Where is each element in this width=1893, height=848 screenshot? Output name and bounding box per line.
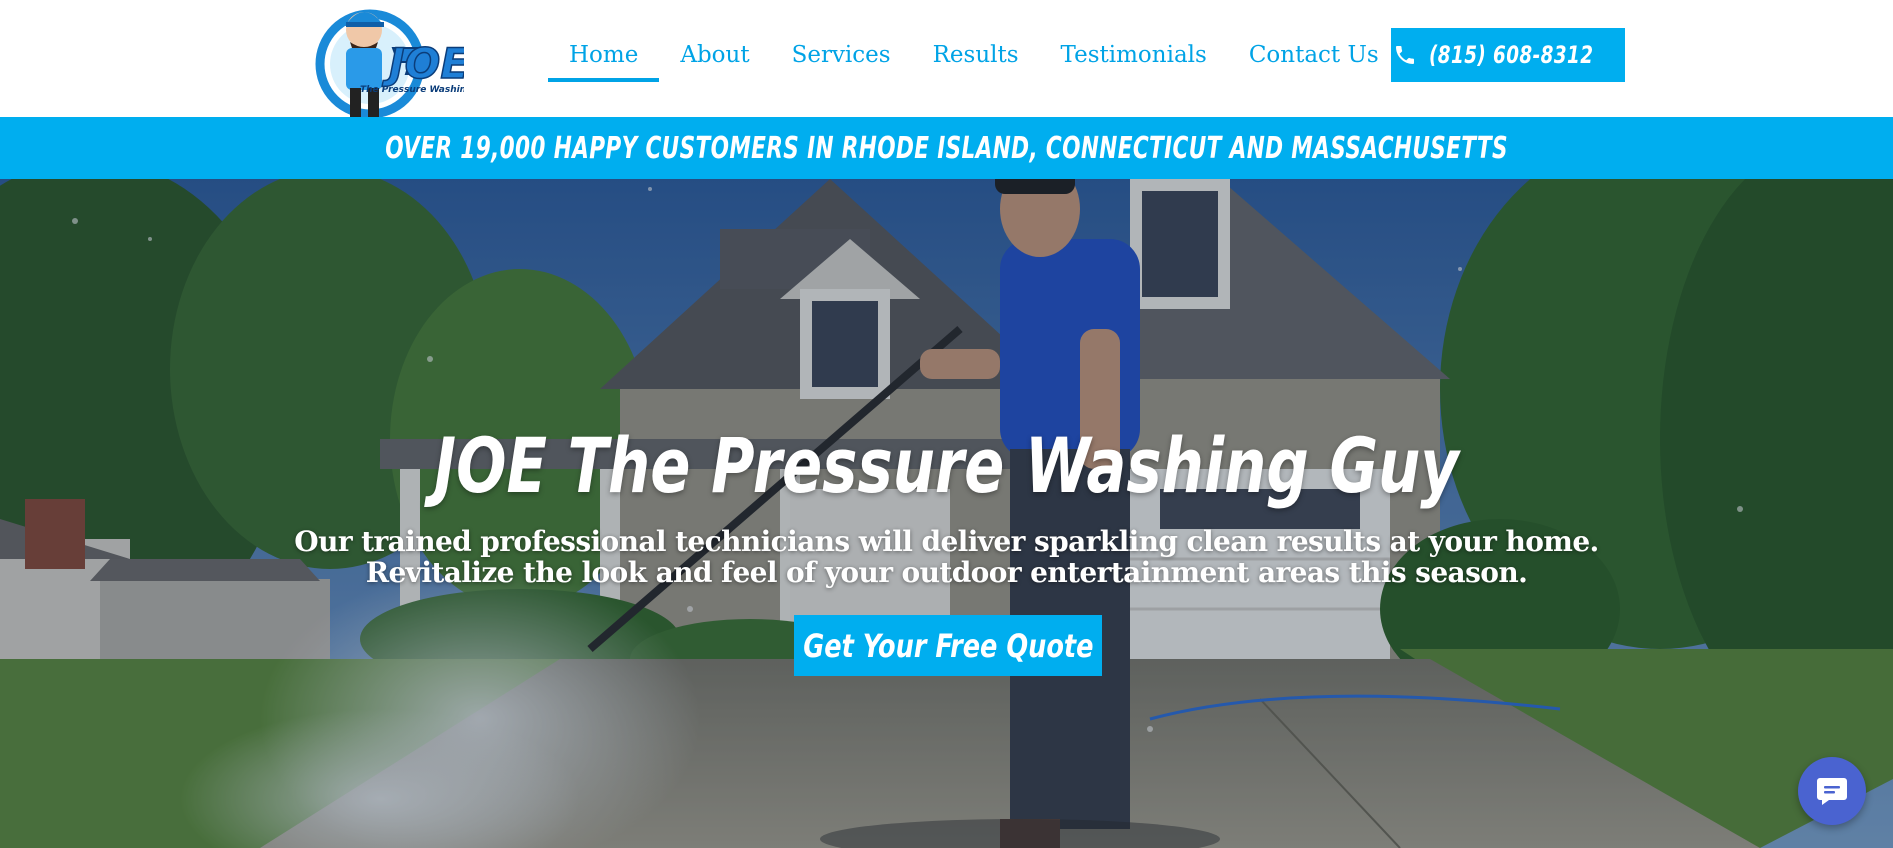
hero-title: JOE The Pressure Washing Guy — [434, 421, 1459, 510]
nav-contact-us[interactable]: Contact Us — [1228, 28, 1400, 80]
logo-wordmark: JOE — [382, 39, 464, 88]
hero-subtitle: Our trained professional technicians wil… — [294, 525, 1599, 589]
nav-testimonials[interactable]: Testimonials — [1040, 28, 1228, 80]
free-quote-button[interactable]: Get Your Free Quote — [794, 615, 1102, 676]
nav-services[interactable]: Services — [771, 28, 912, 80]
customers-banner: OVER 19,000 HAPPY CUSTOMERS IN RHODE ISL… — [0, 117, 1893, 179]
banner-text: OVER 19,000 HAPPY CUSTOMERS IN RHODE ISL… — [385, 130, 1508, 166]
logo-tagline: The Pressure Washing Guy — [360, 85, 464, 95]
nav-about[interactable]: About — [659, 28, 770, 80]
phone-icon — [1396, 46, 1415, 64]
site-header: JOE The Pressure Washing Guy Home About … — [0, 0, 1893, 128]
chat-button[interactable] — [1798, 757, 1866, 825]
phone-button[interactable]: (815) 608-8312 — [1391, 28, 1625, 82]
nav-home[interactable]: Home — [548, 28, 660, 82]
hero-section: JOE The Pressure Washing Guy Our trained… — [0, 179, 1893, 848]
phone-number: (815) 608-8312 — [1429, 41, 1594, 69]
hero-background-photo — [0, 179, 1893, 848]
chat-icon — [1817, 778, 1847, 805]
free-quote-label: Get Your Free Quote — [802, 626, 1094, 665]
nav-results[interactable]: Results — [912, 28, 1040, 80]
main-nav: Home About Services Results Testimonials… — [548, 28, 1400, 86]
